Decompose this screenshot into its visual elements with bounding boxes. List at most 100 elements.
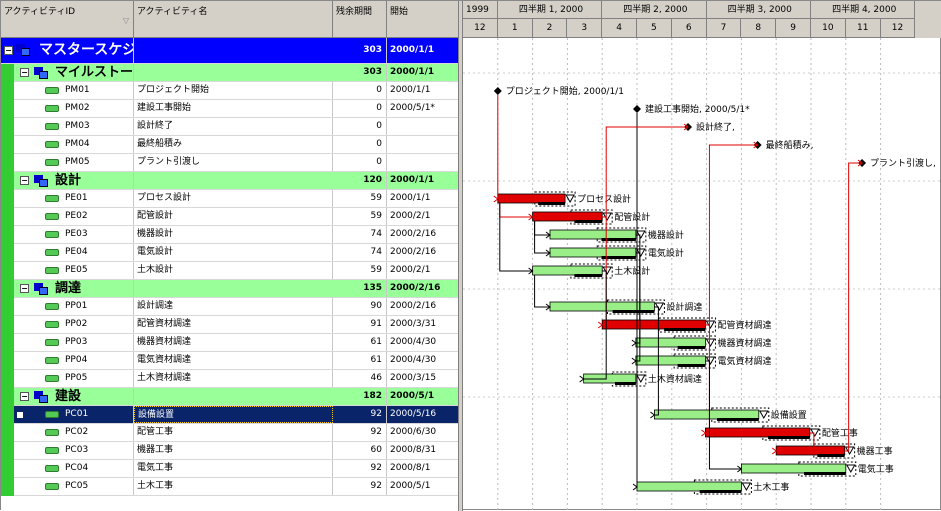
activity-id: PP04: [1, 352, 134, 369]
activity-id: PC04: [1, 460, 134, 477]
baseline-bar: [574, 274, 603, 277]
table-row[interactable]: PP03 機器資材調達 61 2000/4/30: [1, 334, 458, 352]
group-remaining: 135: [333, 280, 387, 297]
activity-remaining: 0: [333, 100, 387, 117]
activity-bar: [740, 463, 847, 474]
column-header-id-label: アクティビティID: [4, 7, 76, 17]
relationship-arrow-icon: [597, 321, 604, 329]
column-header-remaining[interactable]: 残余期間: [333, 1, 387, 38]
table-row[interactable]: PC03 機器工事 60 2000/8/31: [1, 442, 458, 460]
activity-bar-label: 機器資材調達: [717, 337, 771, 349]
activity-id: PE04: [1, 244, 134, 261]
table-row[interactable]: PP05 土木資材調達 46 2000/3/15: [1, 370, 458, 388]
activity-start: 2000/8/31: [390, 445, 437, 455]
activity-remaining: 61: [333, 352, 387, 369]
table-row[interactable]: PP01 設計調達 90 2000/2/16: [1, 298, 458, 316]
activity-bar-label: 機器設計: [648, 229, 684, 241]
activity-id: PE02: [1, 208, 134, 225]
timescale-month: 10: [811, 19, 846, 38]
activity-bar: [635, 337, 706, 348]
activity-id: PM02: [1, 100, 134, 117]
group-remaining: 182: [333, 388, 387, 405]
group-row[interactable]: − 調達 135 2000/2/16: [1, 280, 458, 298]
table-row[interactable]: PC05 土木工事 92 2000/5/1: [1, 478, 458, 496]
group-row[interactable]: −マイルストーン3032000/1/1: [1, 64, 458, 82]
gantt-canvas[interactable]: プロジェクト開始, 2000/1/1 建設工事開始, 2000/5/1* 設計終了,…: [463, 38, 941, 511]
finish-marker-icon: [845, 464, 856, 474]
timescale-month: 11: [845, 19, 881, 38]
sort-arrow-icon[interactable]: ▽: [123, 16, 129, 25]
activity-id: PC03: [1, 442, 134, 459]
activity-bar-label: 土木資材調達: [648, 373, 702, 385]
table-row[interactable]: PM02 建設工事開始 0 2000/5/1*: [1, 100, 458, 118]
activity-id: PE01: [1, 190, 134, 207]
timescale-month: 2: [532, 19, 568, 38]
column-header-name[interactable]: アクティビティ名: [134, 1, 333, 38]
activity-name: 電気設計: [134, 244, 333, 261]
project-row[interactable]: −マスタースケジュール Reflection3032000/1/1: [1, 38, 458, 64]
column-header-start[interactable]: 開始: [387, 1, 458, 38]
activity-name: 土木設計: [134, 262, 333, 279]
activity-bar-label: 配管工事: [822, 427, 858, 439]
activity-remaining: 92: [333, 406, 387, 423]
table-row[interactable]: PE01 プロセス設計 59 2000/1/1: [1, 190, 458, 208]
table-row[interactable]: PC01 設備設置 92 2000/5/16: [1, 406, 458, 424]
baseline-bar: [699, 490, 742, 493]
activity-id: PM03: [1, 118, 134, 135]
relationship-line: [499, 203, 533, 218]
group-remaining: 120: [333, 172, 387, 189]
group-row[interactable]: − 設計 120 2000/1/1: [1, 172, 458, 190]
column-header-id[interactable]: アクティビティID ▽: [1, 1, 134, 38]
relationship-arrow-icon: [771, 447, 778, 455]
table-row[interactable]: PM01 プロジェクト開始 0 2000/1/1: [1, 82, 458, 100]
relationship-arrow-icon: [701, 429, 707, 437]
timescale-month: 4: [602, 19, 637, 38]
timescale-period: 四半期 3, 2000: [706, 1, 811, 19]
table-row[interactable]: PE03 機器設計 74 2000/2/16: [1, 226, 458, 244]
activity-name: プラント引渡し: [134, 154, 333, 171]
activity-name: 機器資材調達: [134, 334, 333, 351]
relationship-arrow-icon: [632, 483, 638, 491]
table-row[interactable]: PM04 最終船積み 0: [1, 136, 458, 154]
relationship-line: [705, 144, 758, 326]
table-row[interactable]: PC04 電気工事 92 2000/8/1: [1, 460, 458, 478]
activity-name: 電気工事: [134, 460, 333, 477]
group-row[interactable]: − 建設 182 2000/5/1: [1, 388, 458, 406]
timescale-period: 四半期 2, 2000: [602, 1, 707, 19]
table-row[interactable]: PM05 プラント引渡し 0: [1, 154, 458, 172]
activity-id: PC01: [1, 406, 134, 423]
activity-name: プロジェクト開始: [134, 82, 333, 99]
table-row[interactable]: PE05 土木設計 59 2000/2/1: [1, 262, 458, 280]
timescale-period: 1999: [463, 1, 498, 19]
activity-name: プロセス設計: [134, 190, 333, 207]
activity-bar: [601, 319, 706, 330]
table-row[interactable]: PE04 電気設計 74 2000/2/16: [1, 244, 458, 262]
timescale-month: 1: [497, 19, 533, 38]
activity-start: 2000/2/16: [390, 247, 437, 257]
activity-id: PC05: [1, 478, 134, 495]
activity-start: 2000/5/1: [390, 481, 431, 491]
table-row[interactable]: PP04 電気資材調達 61 2000/4/30: [1, 352, 458, 370]
activity-id: PP05: [1, 370, 134, 387]
activity-remaining: 74: [333, 244, 387, 261]
activity-bar-label: 土木設計: [614, 265, 650, 277]
milestone-diamond-icon: [633, 105, 641, 113]
relationship-line: [534, 275, 550, 308]
activity-name: 建設工事開始: [134, 100, 333, 117]
milestone-diamond-icon: [493, 87, 502, 95]
group-remaining: 303: [333, 64, 387, 81]
activity-remaining: 92: [333, 460, 387, 477]
relationship-arrow-icon: [631, 357, 637, 365]
activity-remaining: 0: [333, 136, 387, 153]
table-row[interactable]: PM03 設計終了 0: [1, 118, 458, 136]
activity-name: 機器設計: [134, 226, 333, 243]
activity-start: 2000/4/30: [390, 337, 437, 347]
relationship-arrow-icon: [631, 339, 637, 347]
table-row[interactable]: PP02 配管資材調達 91 2000/3/31: [1, 316, 458, 334]
relationship-arrow-icon: [650, 411, 656, 419]
activity-remaining: 46: [333, 370, 387, 387]
project-name: マスタースケジュール Reflection: [1, 38, 134, 63]
baseline-bar: [817, 454, 845, 457]
table-row[interactable]: PE02 配管設計 59 2000/2/1: [1, 208, 458, 226]
table-row[interactable]: PC02 配管工事 92 2000/6/30: [1, 424, 458, 442]
